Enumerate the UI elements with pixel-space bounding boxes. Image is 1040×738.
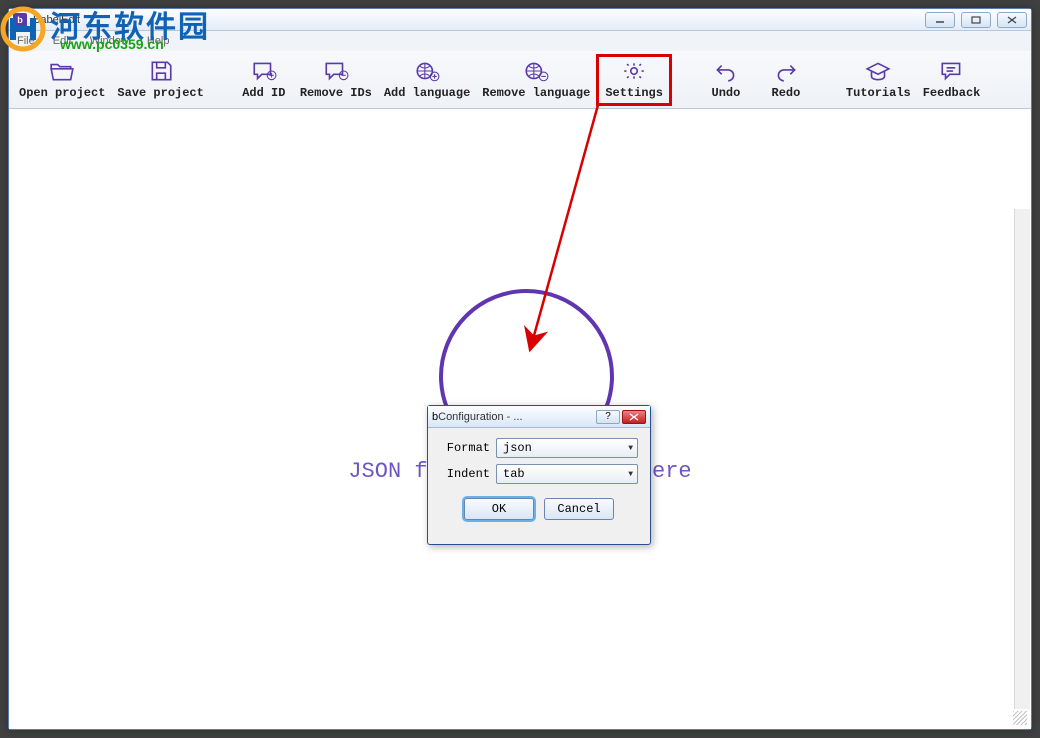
message-plus-icon (251, 60, 277, 82)
undo-button[interactable]: Undo (696, 54, 756, 106)
toolbar-label: Open project (19, 86, 105, 100)
cancel-button[interactable]: Cancel (544, 498, 614, 520)
remove-ids-button[interactable]: Remove IDs (294, 54, 378, 106)
graduation-cap-icon (865, 60, 891, 82)
resize-grip[interactable] (1013, 711, 1027, 725)
toolbar-label: Remove language (482, 86, 590, 100)
chevron-down-icon: ▼ (628, 444, 633, 453)
toolbar-label: Add language (384, 86, 470, 100)
chevron-down-icon: ▼ (628, 470, 633, 479)
indent-label: Indent (440, 467, 490, 481)
undo-icon (713, 60, 739, 82)
message-minus-icon (323, 60, 349, 82)
dialog-titlebar: b Configuration - ... ? (428, 406, 650, 428)
toolbar-label: Feedback (923, 86, 981, 100)
tutorials-button[interactable]: Tutorials (840, 54, 917, 106)
folder-open-icon (49, 60, 75, 82)
menu-help[interactable]: Help (147, 35, 170, 47)
toolbar-label: Save project (117, 86, 203, 100)
toolbar-label: Undo (712, 86, 741, 100)
format-label: Format (440, 441, 490, 455)
redo-button[interactable]: Redo (756, 54, 816, 106)
toolbar-label: Settings (605, 86, 663, 100)
menubar: File Edit Window Help (9, 31, 1031, 51)
remove-language-button[interactable]: Remove language (476, 54, 596, 106)
indent-combo[interactable]: tab ▼ (496, 464, 638, 484)
maximize-button[interactable] (961, 12, 991, 28)
app-icon: b (13, 13, 27, 27)
globe-minus-icon (523, 60, 549, 82)
content-area: JSON files or folders here Open language… (9, 109, 1031, 729)
toolbar-label: Tutorials (846, 86, 911, 100)
app-title: BabelEdit (33, 14, 925, 26)
main-window: b BabelEdit File Edit Window Help Open p… (8, 8, 1032, 730)
vertical-scrollbar[interactable] (1014, 209, 1030, 709)
close-button[interactable] (997, 12, 1027, 28)
settings-button[interactable]: Settings (596, 54, 672, 106)
configuration-dialog: b Configuration - ... ? Format json ▼ (427, 405, 651, 545)
dialog-help-button[interactable]: ? (596, 410, 620, 424)
globe-plus-icon (414, 60, 440, 82)
menu-window[interactable]: Window (90, 35, 129, 47)
dialog-close-button[interactable] (622, 410, 646, 424)
indent-value: tab (503, 467, 525, 481)
redo-icon (773, 60, 799, 82)
menu-file[interactable]: File (17, 35, 35, 47)
toolbar: Open project Save project Add ID Remove … (9, 51, 1031, 109)
titlebar: b BabelEdit (9, 9, 1031, 31)
toolbar-label: Redo (772, 86, 801, 100)
format-combo[interactable]: json ▼ (496, 438, 638, 458)
toolbar-label: Add ID (242, 86, 285, 100)
gear-icon (621, 60, 647, 82)
save-icon (148, 60, 174, 82)
add-id-button[interactable]: Add ID (234, 54, 294, 106)
feedback-button[interactable]: Feedback (917, 54, 987, 106)
minimize-button[interactable] (925, 12, 955, 28)
ok-button[interactable]: OK (464, 498, 534, 520)
open-project-button[interactable]: Open project (13, 54, 111, 106)
chat-icon (939, 60, 965, 82)
menu-edit[interactable]: Edit (53, 35, 72, 47)
format-value: json (503, 441, 532, 455)
toolbar-label: Remove IDs (300, 86, 372, 100)
dialog-title: Configuration - ... (438, 411, 596, 423)
save-project-button[interactable]: Save project (111, 54, 209, 106)
add-language-button[interactable]: Add language (378, 54, 476, 106)
